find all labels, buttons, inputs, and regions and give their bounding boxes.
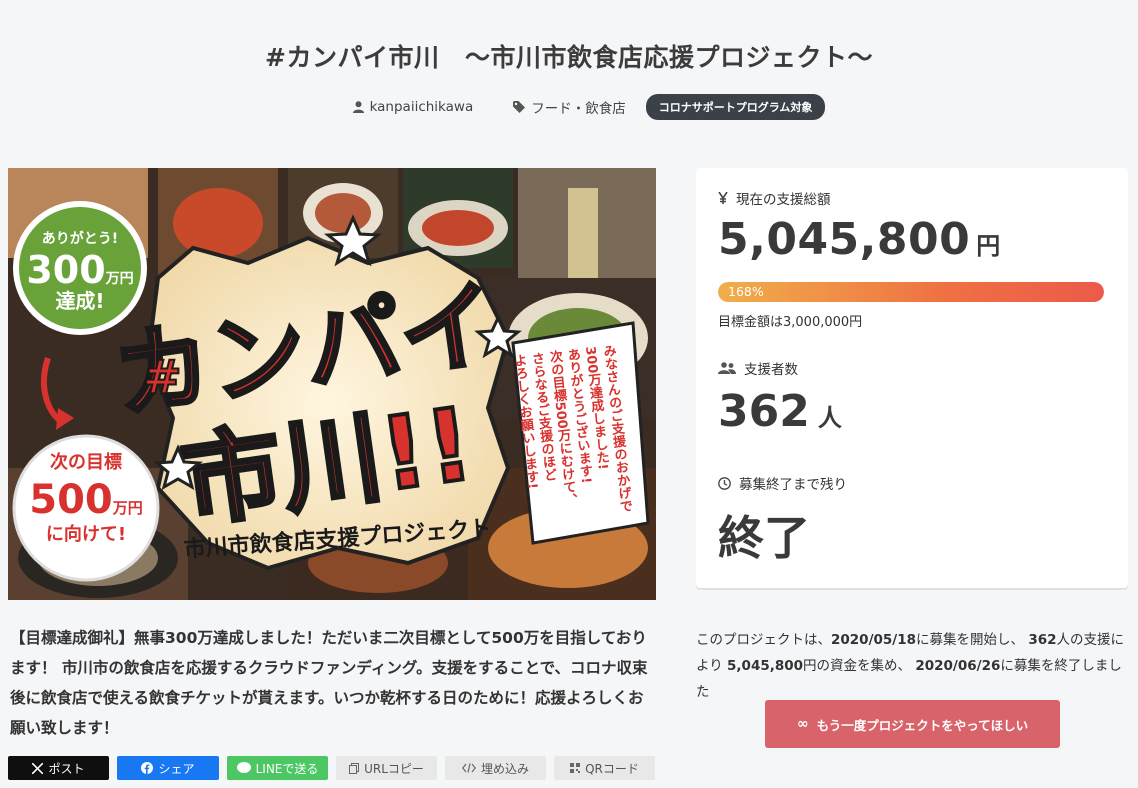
request-again-button[interactable]: ∞ もう一度プロジェクトをやってほしい [765,700,1060,748]
request-again-label: もう一度プロジェクトをやってほしい [816,717,1029,733]
badge-top-line3: 達成! [55,289,104,313]
copy-url-button[interactable]: URLコピー [336,756,437,780]
yen-icon [718,192,728,204]
infinity-icon: ∞ [796,716,809,732]
share-x-button[interactable]: ポスト [8,756,109,780]
backers-unit: 人 [817,404,842,432]
summary-start-date: 2020/05/18 [831,632,917,648]
project-summary: このプロジェクトは、2020/05/18に募集を開始し、 362人の支援により … [696,627,1128,705]
hero-hashtag: # [143,350,182,404]
remaining-value: 終了 [718,511,810,565]
page-title: #カンパイ市川 〜市川市飲食店応援プロジェクト〜 [265,43,873,72]
progress-bar-fill [718,282,1104,302]
x-logo-icon [32,762,44,774]
share-line-button[interactable]: LINEで送る [227,756,328,780]
copy-url-label: URLコピー [364,761,424,776]
qr-code-label: QRコード [585,761,639,776]
project-meta: kanpaiichikawa フード・飲食店 コロナサポートプログラム対象 [0,94,1138,120]
qr-icon [570,763,581,773]
line-icon [236,762,251,773]
share-facebook-label: シェア [158,761,195,776]
embed-button[interactable]: 埋め込み [445,756,546,780]
goal-amount: 目標金額は3,000,000円 [718,315,863,330]
funding-stats-card: 現在の支援総額 5,045,800 円 168% 目標金額は3,000,000円 … [696,168,1128,588]
progress-percent: 168% [728,284,764,299]
badge-top-line1: ありがとう! [42,230,118,247]
backers-label-row: 支援者数 [718,358,798,378]
owner-name: kanpaiichikawa [369,99,474,115]
summary-amount: 5,045,800 [727,658,804,674]
copy-icon [349,762,360,774]
category-link[interactable]: フード・飲食店 [513,97,626,117]
code-icon [462,763,476,773]
summary-text: このプロジェクトは、 [696,632,831,648]
tag-icon [513,101,526,113]
backers-count: 362 人 [718,386,842,437]
progress-bar: 168% [718,282,1104,302]
summary-text: に募集を開始し、 [916,632,1029,648]
share-buttons: ポスト シェア LINEで送る URLコピー 埋め込み QRコード [8,756,656,780]
amount-value: 5,045,800 [718,214,971,265]
badge-bottom-line3: に向けて! [46,523,126,545]
project-description: 【目標達成御礼】無事300万達成しました！ただいま二次目標として500万を目指し… [10,629,648,737]
backers-value: 362 [718,386,810,437]
summary-backers: 362 [1028,632,1057,648]
qr-code-button[interactable]: QRコード [554,756,655,780]
facebook-icon [141,762,154,774]
amount-label-row: 現在の支援総額 [718,188,831,208]
owner-link[interactable]: kanpaiichikawa [352,99,474,115]
summary-text: 円の資金を集め、 [803,658,916,674]
badge-bottom-line1: 次の目標 [50,451,122,473]
funding-amount: 5,045,800 円 [718,214,1001,265]
share-x-label: ポスト [48,761,85,776]
summary-end-date: 2020/06/26 [915,658,1001,674]
share-facebook-button[interactable]: シェア [117,756,219,780]
clock-icon [718,476,731,490]
amount-unit: 円 [976,232,1001,260]
hero-illustration: カンパイ 市川!! # ありがとう! 300万円 達成! 次の目標 500万円 … [8,168,656,600]
users-icon [718,362,736,374]
corona-support-badge[interactable]: コロナサポートプログラム対象 [645,94,826,120]
amount-label: 現在の支援総額 [736,192,831,208]
user-icon [352,101,364,113]
embed-label: 埋め込み [480,761,529,776]
remaining-label: 募集終了まで残り [739,477,847,493]
remaining-label-row: 募集終了まで残り [718,473,847,493]
backers-label: 支援者数 [744,362,798,378]
project-hero-image: カンパイ 市川!! # ありがとう! 300万円 達成! 次の目標 500万円 … [8,168,656,600]
share-line-label: LINEで送る [255,761,319,776]
category-name: フード・飲食店 [531,101,626,117]
